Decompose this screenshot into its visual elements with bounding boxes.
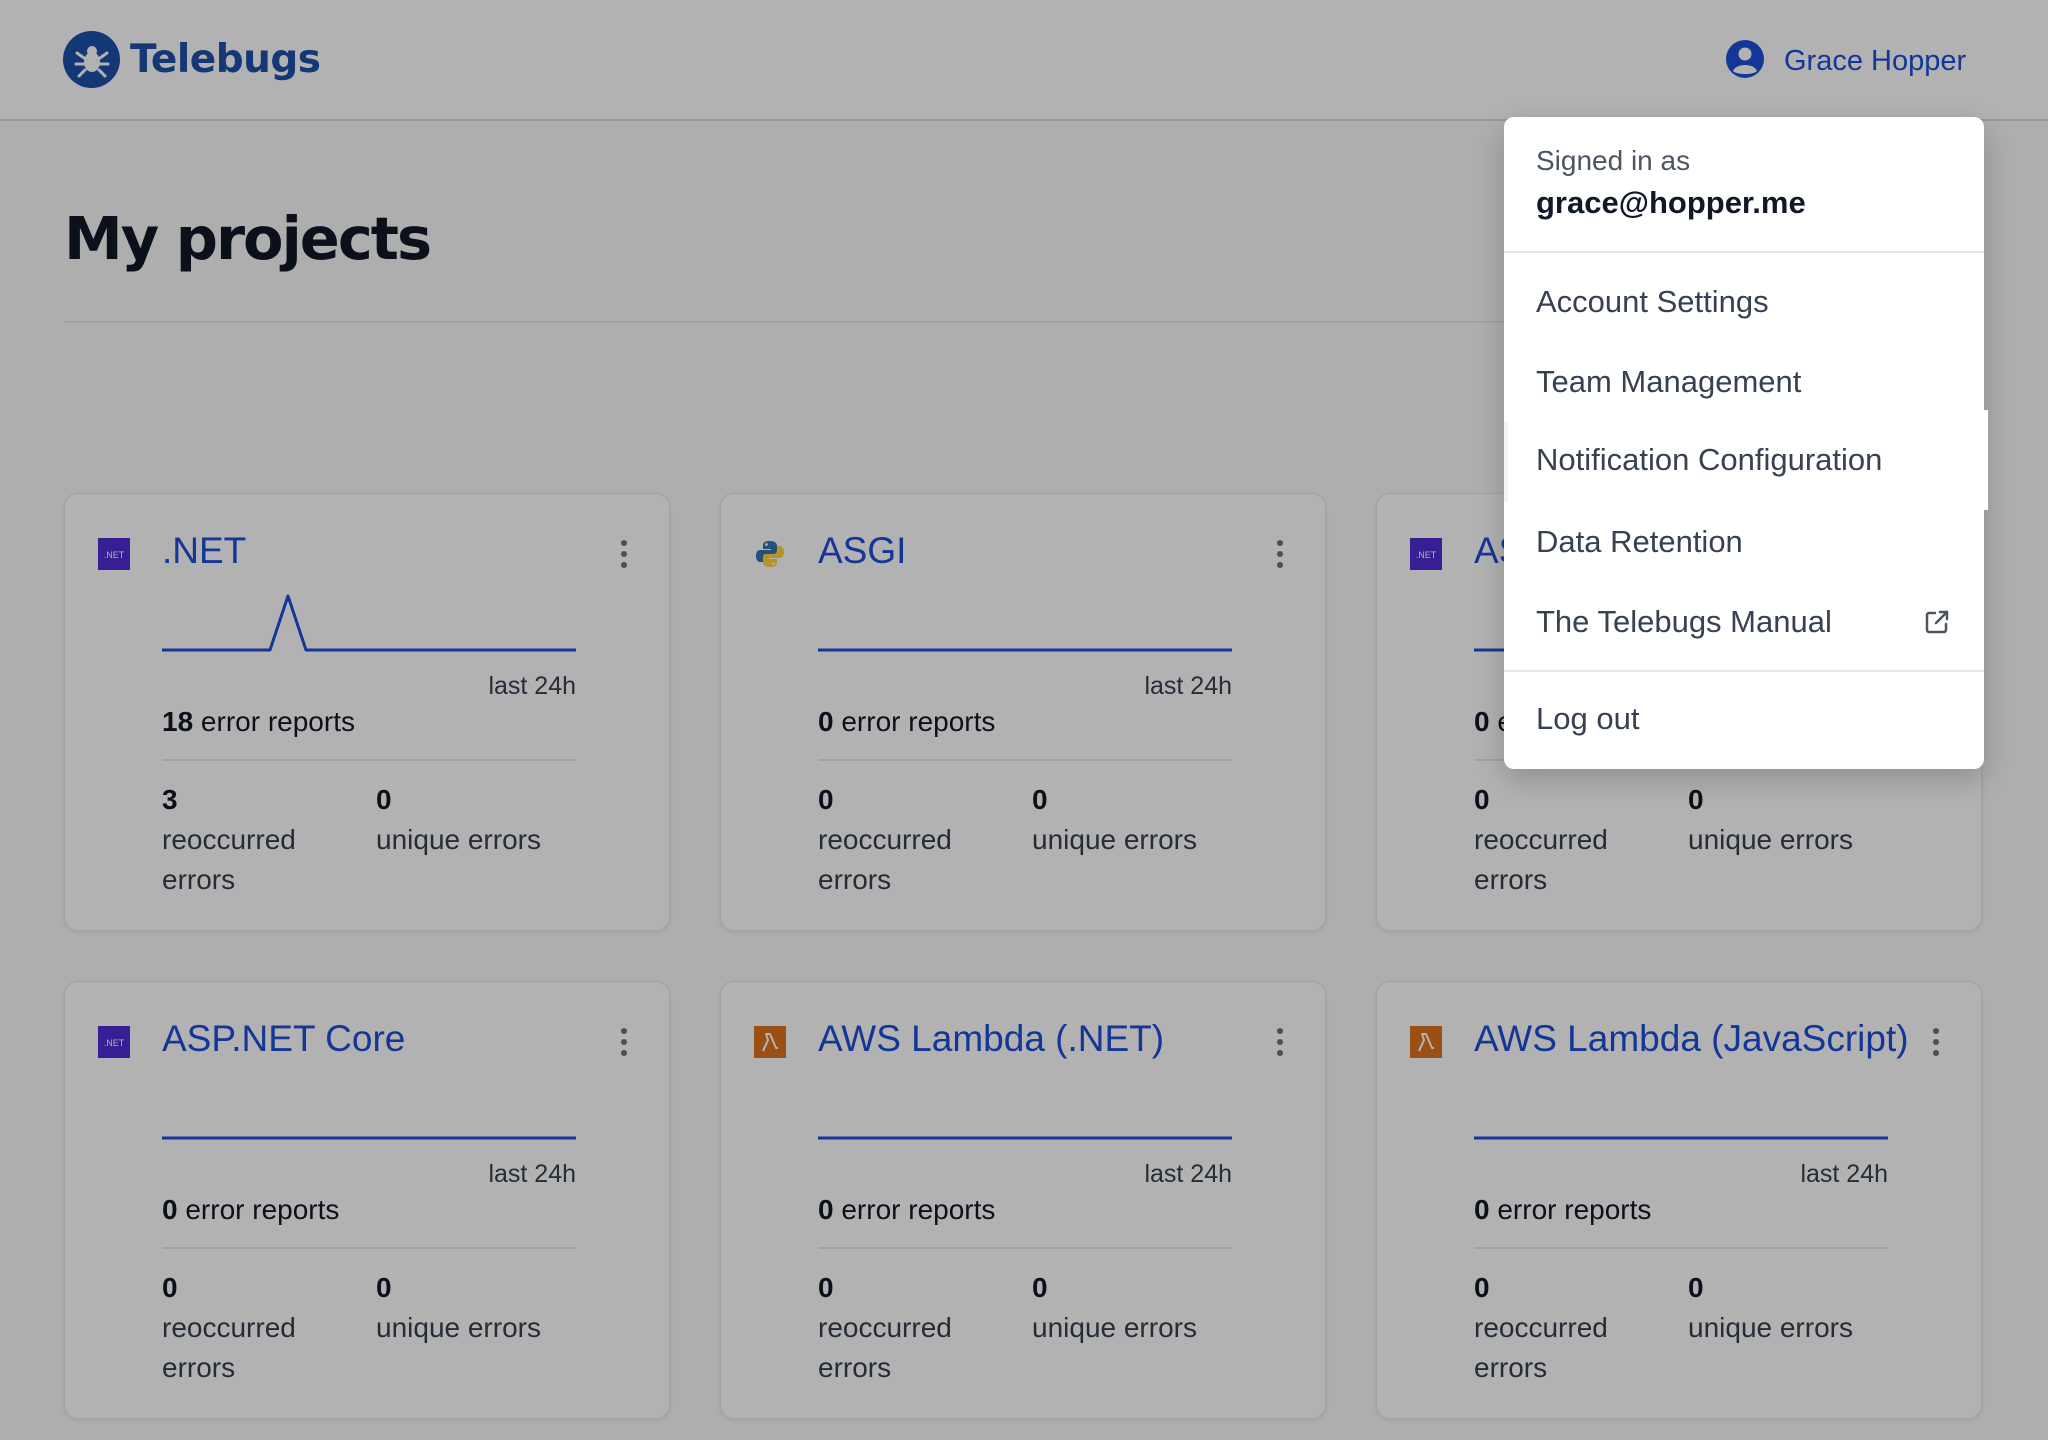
external-link-icon [1922, 607, 1952, 637]
user-email: grace@hopper.me [1536, 185, 1806, 220]
dropdown-header: Signed in as grace@hopper.me [1504, 117, 1984, 253]
menu-item-account-settings[interactable]: Account Settings [1504, 262, 1984, 342]
menu-item-telebugs-manual[interactable]: The Telebugs Manual [1504, 582, 1984, 662]
menu-item-data-retention[interactable]: Data Retention [1504, 502, 1984, 582]
menu-item-label: The Telebugs Manual [1536, 604, 1832, 639]
menu-item-notification-configuration[interactable]: Notification Configuration [1508, 410, 1988, 510]
divider [1504, 670, 1984, 672]
signed-in-label: Signed in as [1536, 145, 1691, 176]
menu-item-log-out[interactable]: Log out [1504, 679, 1984, 759]
